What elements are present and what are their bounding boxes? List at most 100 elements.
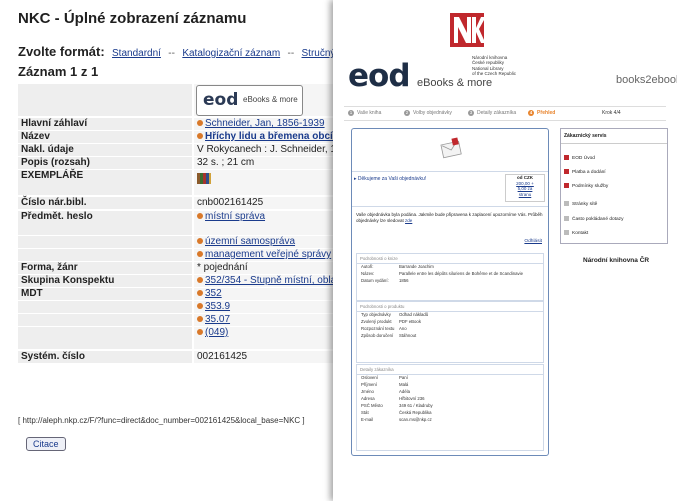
table-row: Nakl. údaje V Rokycanech : J. Schneider, … — [18, 144, 340, 156]
citation-button[interactable]: Citace — [26, 437, 66, 451]
eod-tagline: eBooks & more — [243, 95, 298, 104]
sidebar-item-label: Kontakt — [572, 230, 589, 236]
row-key — [18, 301, 192, 313]
detail-key: E-mail — [361, 417, 374, 422]
detail-value: PDF eBook — [399, 319, 421, 324]
step-3: 3 Detaily zákazníka — [468, 110, 516, 116]
bullet-icon — [197, 316, 203, 323]
bullet-icon — [197, 329, 203, 336]
eod-header-logo[interactable]: eod eBooks & more — [348, 58, 492, 94]
sidebar-item[interactable]: Podmínky služby — [564, 183, 608, 189]
order-status-message: Vaše objednávka byla podána. Jakmile bud… — [356, 212, 544, 224]
row-key: Forma, žánr — [18, 262, 192, 274]
sidebar-item[interactable]: Často pokládané dotazy — [564, 216, 623, 222]
detail-key: Autoři: — [361, 264, 374, 269]
customer-details-title: Detaily zákazníka — [357, 365, 543, 375]
record-value: * pojednání — [197, 262, 248, 273]
bullet-icon — [197, 277, 203, 284]
format-separator: -- — [287, 48, 295, 59]
detail-row: PSČ Město 349 61 / Kladruby — [357, 403, 543, 410]
detail-value: Ano — [399, 326, 407, 331]
detail-value: Česká Republika — [399, 410, 432, 415]
record-counter: Záznam 1 z 1 — [18, 64, 99, 79]
sidebar-item[interactable]: Kontakt — [564, 230, 588, 236]
detail-key: Způsob doručení — [361, 333, 394, 338]
row-value: místní správa — [194, 211, 340, 235]
record-value: V Rokycanech : J. Schneider, 1907 — [197, 144, 340, 155]
table-row: (049) — [18, 327, 340, 349]
table-row: eod eBooks & more — [18, 84, 340, 116]
step-number: 2 — [404, 110, 410, 116]
sidebar-item[interactable]: Stránky sítě — [564, 201, 597, 207]
books2ebooks-logo: books2ebooks — [616, 74, 677, 86]
detail-key: Rozpoznání textu — [361, 326, 395, 331]
track-order-link[interactable]: zde — [405, 218, 412, 223]
row-key: EXEMPLÁŘE — [18, 170, 192, 195]
record-link[interactable]: (049) — [205, 327, 228, 338]
eod-logo[interactable]: eod eBooks & more — [196, 85, 303, 116]
step-number: 3 — [468, 110, 474, 116]
sidebar-item[interactable]: Platba a dodání — [564, 169, 606, 175]
customer-details: Detaily zákazníka Oslovení Paní Příjmení Ma… — [356, 364, 544, 451]
record-link[interactable]: management veřejné správy — [205, 249, 331, 260]
price-link[interactable]: 5,00 za — [518, 186, 533, 191]
step-1: 1 Vaše kniha — [348, 110, 381, 116]
step-4: 4 Přehled — [528, 110, 555, 116]
customer-service-sidebar: Zákaznický servis EOD Úvod Platba a dodán… — [560, 128, 668, 244]
record-value: 32 s. ; 21 cm — [197, 157, 255, 168]
table-row: management veřejné správy — [18, 249, 340, 261]
detail-key: Stát — [361, 410, 369, 415]
detail-row: Autoři: Barrande Joachim — [357, 264, 543, 271]
step-label: Volby objednávky — [413, 110, 452, 116]
row-key: Skupina Konspektu — [18, 275, 192, 287]
table-row: EXEMPLÁŘE — [18, 170, 340, 195]
square-bullet-icon — [564, 155, 569, 160]
record-link[interactable]: 352 — [205, 288, 222, 299]
row-key: Název — [18, 131, 192, 143]
record-link[interactable]: 352/354 - Stupně místní, oblastní — [205, 275, 340, 286]
row-key — [18, 314, 192, 326]
table-row: Hlavní záhlaví Schneider, Jan, 1856-1939 — [18, 118, 340, 130]
detail-value: Parallele entre les dépôts siluriens de … — [399, 271, 523, 276]
bullet-icon — [197, 290, 203, 297]
detail-row: Způsob doručení Stáhnout — [357, 333, 543, 340]
detail-row: Stát Česká Republika — [357, 410, 543, 417]
format-standard-link[interactable]: Standardní — [112, 48, 161, 59]
detail-value: Malá — [399, 382, 409, 387]
record-link[interactable]: územní samospráva — [205, 236, 295, 247]
detail-value: Odhad nákladů — [399, 312, 429, 317]
step-number: 1 — [348, 110, 354, 116]
record-link[interactable]: 353.9 — [205, 301, 230, 312]
record-link[interactable]: místní správa — [205, 211, 265, 222]
record-link[interactable]: 35.07 — [205, 314, 230, 325]
detail-row: Datum vydání: 1856 — [357, 278, 543, 285]
row-key — [18, 236, 192, 248]
detail-value: scan.ms@nkp.cz — [399, 417, 432, 422]
permalink-url[interactable]: [ http://aleph.nkp.cz/F/?func=direct&doc… — [18, 416, 305, 425]
detail-row: Název: Parallele entre les dépôts silurie… — [357, 271, 543, 278]
detail-value: Barrande Joachim — [399, 264, 434, 269]
books-icon[interactable] — [197, 173, 211, 184]
eod-order-panel: Národní knihovna České republiky Nationa… — [333, 0, 677, 501]
order-summary: ▸ Děkujeme za Vaši objednávku! od CZK 20… — [351, 128, 549, 456]
row-value: (049) — [194, 327, 340, 349]
eod-tagline: eBooks & more — [416, 77, 493, 89]
row-key — [18, 84, 192, 116]
sidebar-item[interactable]: EOD Úvod — [564, 155, 595, 161]
row-key: Popis (rozsah) — [18, 157, 192, 169]
catalog-record-page: NKC - Úplné zobrazení záznamu Zvolte for… — [0, 0, 373, 501]
detail-key: Příjmení — [361, 382, 377, 387]
record-link[interactable]: Schneider, Jan, 1856-1939 — [205, 118, 325, 129]
step-label: Přehled — [537, 110, 556, 116]
format-catalog-link[interactable]: Katalogizační záznam — [182, 48, 280, 59]
record-link[interactable]: Hříchy lidu a břemena obcí / J. Schneide… — [205, 131, 340, 142]
price-link[interactable]: 200,00 + — [516, 181, 534, 186]
step-2: 2 Volby objednávky — [404, 110, 452, 116]
format-label: Zvolte formát: — [18, 44, 105, 59]
logout-link[interactable]: Odhlásit — [524, 239, 542, 244]
price-link[interactable]: stranu — [519, 192, 532, 197]
thank-you-message: ▸ Děkujeme za Vaši objednávku! — [354, 176, 427, 182]
book-details: Podrobnosti o knize Autoři: Barrande Joac… — [356, 253, 544, 301]
detail-row: Jméno Adéla — [357, 389, 543, 396]
detail-value: 1856 — [399, 278, 409, 283]
